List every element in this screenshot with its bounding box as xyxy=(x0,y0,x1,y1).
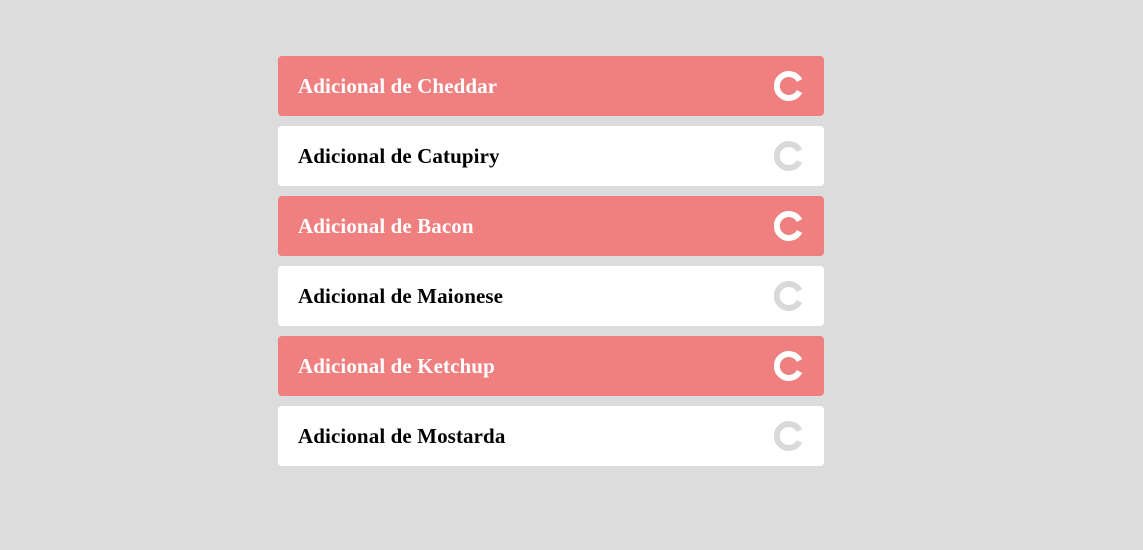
addon-item-label: Adicional de Mostarda xyxy=(298,423,506,448)
addon-item-label: Adicional de Catupiry xyxy=(298,143,500,168)
addon-item-maionese[interactable]: Adicional de Maionese xyxy=(278,266,824,326)
addons-list: Adicional de Cheddar Adicional de Catupi… xyxy=(278,56,824,476)
addon-item-label: Adicional de Bacon xyxy=(298,213,474,238)
toggle-icon[interactable] xyxy=(774,351,804,381)
toggle-icon[interactable] xyxy=(774,421,804,451)
addon-item-ketchup[interactable]: Adicional de Ketchup xyxy=(278,336,824,396)
addon-item-catupiry[interactable]: Adicional de Catupiry xyxy=(278,126,824,186)
toggle-icon[interactable] xyxy=(774,281,804,311)
addon-item-mostarda[interactable]: Adicional de Mostarda xyxy=(278,406,824,466)
addon-item-bacon[interactable]: Adicional de Bacon xyxy=(278,196,824,256)
addon-item-label: Adicional de Ketchup xyxy=(298,353,495,378)
toggle-icon[interactable] xyxy=(774,141,804,171)
addon-item-cheddar[interactable]: Adicional de Cheddar xyxy=(278,56,824,116)
addon-item-label: Adicional de Maionese xyxy=(298,283,504,308)
addon-item-label: Adicional de Cheddar xyxy=(298,73,498,98)
toggle-icon[interactable] xyxy=(774,71,804,101)
toggle-icon[interactable] xyxy=(774,211,804,241)
